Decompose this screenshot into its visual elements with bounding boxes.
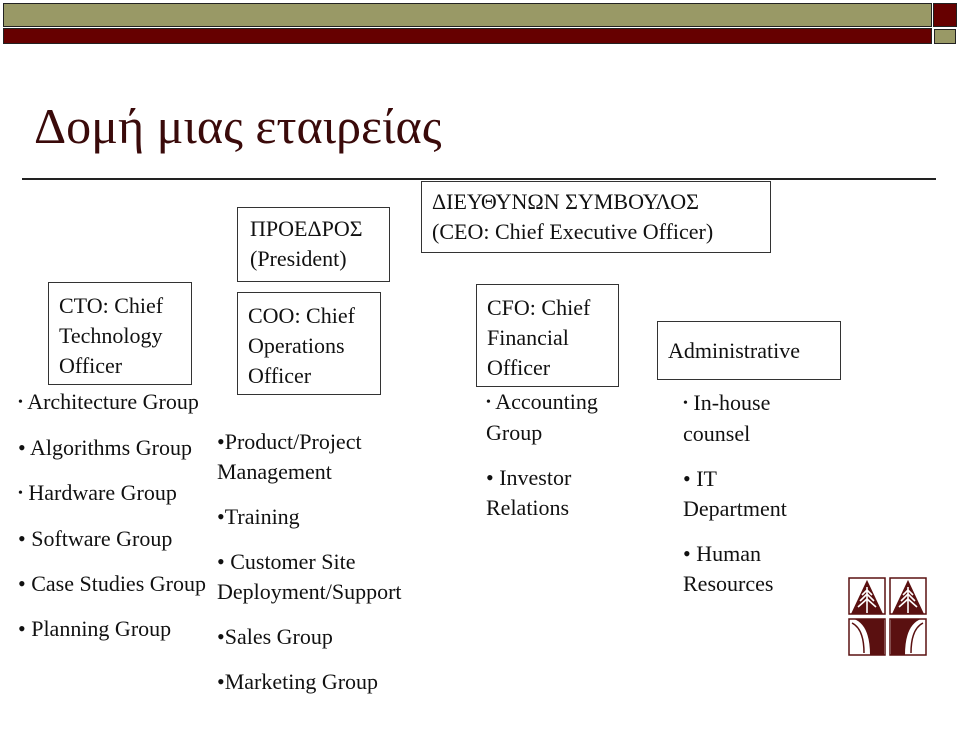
admin-label: Administrative — [668, 338, 800, 363]
cfo-groups-list: • Accounting Group • Investor Relations — [486, 387, 626, 538]
header-bar-red — [3, 28, 932, 44]
admin-box: Administrative — [657, 321, 841, 380]
list-item: • IT Department — [683, 466, 787, 521]
list-item: • Human Resources — [683, 541, 774, 596]
cfo-line-2: Financial — [487, 325, 569, 350]
president-box: ΠΡΟΕΔΡΟΣ (President) — [237, 207, 390, 282]
list-item: • Planning Group — [18, 616, 172, 641]
slide-title: Δομή μιας εταιρείας — [34, 98, 442, 154]
ceo-title-english: (CEO: Chief Executive Officer) — [432, 219, 714, 244]
list-item: • Case Studies Group — [18, 571, 206, 596]
list-item: • Accounting Group — [486, 389, 598, 445]
coo-box: COO: Chief Operations Officer — [237, 292, 381, 395]
list-item: •Product/Project Management — [217, 429, 362, 484]
president-title-english: (President) — [250, 246, 347, 271]
coo-groups-list: •Product/Project Management •Training • … — [217, 427, 447, 712]
list-item: •Marketing Group — [217, 669, 379, 694]
ceo-title-greek: ΔΙΕΥΘΥΝΩΝ ΣΥΜΒΟΥΛΟΣ — [432, 189, 699, 214]
cto-groups-list: • Architecture Group • Algorithms Group … — [18, 387, 218, 659]
title-divider — [22, 178, 936, 180]
coo-line-3: Officer — [248, 363, 312, 388]
list-item: • Algorithms Group — [18, 435, 192, 460]
list-item: •Sales Group — [217, 624, 333, 649]
cfo-line-1: CFO: Chief — [487, 295, 591, 320]
cfo-box: CFO: Chief Financial Officer — [476, 284, 619, 387]
coo-line-2: Operations — [248, 333, 345, 358]
header-bar-olive — [3, 3, 932, 27]
cto-line-3: Officer — [59, 353, 123, 378]
university-tree-logo-icon — [848, 577, 927, 656]
admin-groups-list: • In-house counsel • IT Department • Hum… — [683, 388, 813, 614]
list-item: • Hardware Group — [18, 480, 177, 505]
cfo-line-3: Officer — [487, 355, 551, 380]
cto-line-2: Technology — [59, 323, 163, 348]
list-item: • Software Group — [18, 526, 173, 551]
list-item: • Investor Relations — [486, 465, 572, 520]
president-title-greek: ΠΡΟΕΔΡΟΣ — [250, 216, 363, 241]
list-item: • Architecture Group — [18, 389, 199, 414]
header-corner-red — [933, 3, 957, 27]
cto-box: CTO: Chief Technology Officer — [48, 282, 192, 385]
header-corner-olive — [934, 29, 956, 44]
cto-line-1: CTO: Chief — [59, 293, 164, 318]
list-item: • Customer Site Deployment/Support — [217, 549, 402, 604]
coo-line-1: COO: Chief — [248, 303, 355, 328]
list-item: •Training — [217, 504, 300, 529]
list-item: • In-house counsel — [683, 390, 771, 446]
ceo-box: ΔΙΕΥΘΥΝΩΝ ΣΥΜΒΟΥΛΟΣ (CEO: Chief Executiv… — [421, 181, 771, 253]
